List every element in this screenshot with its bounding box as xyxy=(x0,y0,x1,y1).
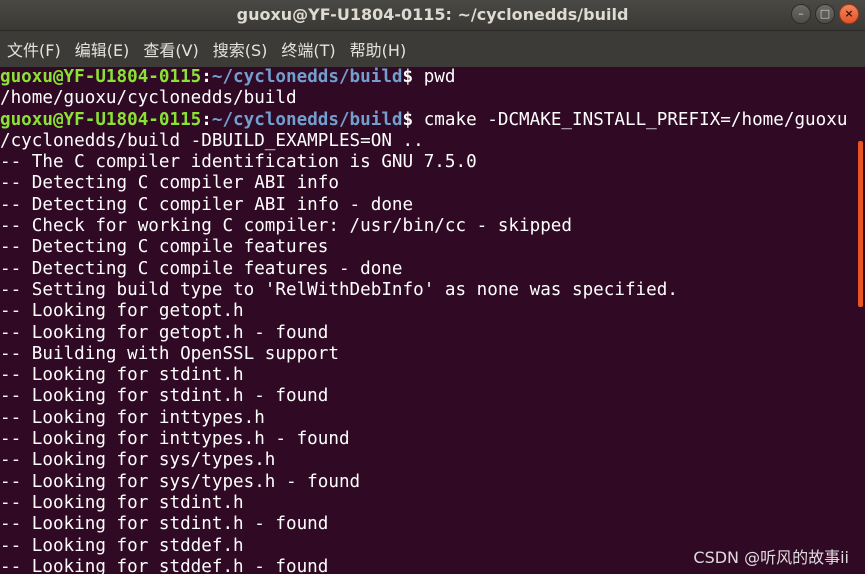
prompt-line: guoxu@YF-U1804-0115:~/cyclonedds/build$ … xyxy=(0,110,856,131)
prompt-dollar: $ xyxy=(402,67,414,87)
output-line: -- Looking for inttypes.h - found xyxy=(0,429,350,450)
output-line: -- Looking for stdint.h - found xyxy=(0,386,329,407)
output-line: -- Looking for getopt.h - found xyxy=(0,322,329,343)
output-line: -- Looking for stdint.h xyxy=(0,365,244,386)
output-line: -- Check for working C compiler: /usr/bi… xyxy=(0,216,572,237)
prompt-colon: : xyxy=(201,67,212,87)
window-controls: – □ × xyxy=(791,4,859,26)
menu-search[interactable]: 搜索(S) xyxy=(206,37,275,61)
output-line: -- Detecting C compile features xyxy=(0,237,329,258)
title-bar[interactable]: guoxu@YF-U1804-0115: ~/cyclonedds/build … xyxy=(0,0,865,31)
output-line: -- Looking for sys/types.h xyxy=(0,450,276,471)
prompt-line: guoxu@YF-U1804-0115:~/cyclonedds/build$ … xyxy=(0,67,856,88)
prompt-colon: : xyxy=(201,109,212,130)
output-line: -- Looking for stdint.h xyxy=(0,492,244,513)
terminal-window: guoxu@YF-U1804-0115: ~/cyclonedds/build … xyxy=(0,0,865,574)
scrollbar[interactable] xyxy=(856,67,865,574)
output-line: -- Setting build type to 'RelWithDebInfo… xyxy=(0,279,678,300)
output-line: -- Looking for stdint.h - found xyxy=(0,514,329,535)
close-icon[interactable]: × xyxy=(839,4,859,24)
minimize-icon[interactable]: – xyxy=(791,4,811,24)
menu-bar: 文件(F) 编辑(E) 查看(V) 搜索(S) 终端(T) 帮助(H) xyxy=(0,31,865,67)
output-line: -- Looking for inttypes.h xyxy=(0,407,265,428)
command-continuation: /cyclonedds/build -DBUILD_EXAMPLES=ON .. xyxy=(0,130,424,151)
output-line: -- Detecting C compile features - done xyxy=(0,258,403,279)
prompt-user-host: guoxu@YF-U1804-0115 xyxy=(0,109,202,130)
output-line: -- The C compiler identification is GNU … xyxy=(0,152,477,173)
output-line: -- Looking for getopt.h xyxy=(0,301,244,322)
prompt-path: ~/cyclonedds/build xyxy=(211,67,403,87)
prompt-user-host: guoxu@YF-U1804-0115 xyxy=(0,67,202,87)
command-text: pwd xyxy=(413,67,456,87)
output-line: -- Detecting C compiler ABI info xyxy=(0,173,339,194)
window-title: guoxu@YF-U1804-0115: ~/cyclonedds/build xyxy=(236,5,629,24)
output-line: -- Looking for sys/types.h - found xyxy=(0,471,361,492)
prompt-dollar: $ xyxy=(402,109,414,130)
menu-view[interactable]: 查看(V) xyxy=(136,37,205,61)
menu-terminal[interactable]: 终端(T) xyxy=(274,37,342,61)
command-text: cmake -DCMAKE_INSTALL_PREFIX=/home/guoxu xyxy=(413,109,848,130)
output-line: -- Detecting C compiler ABI info - done xyxy=(0,194,414,215)
maximize-icon[interactable]: □ xyxy=(815,4,835,24)
menu-edit[interactable]: 编辑(E) xyxy=(68,37,137,61)
watermark: CSDN @听风的故事ii xyxy=(693,548,849,567)
terminal-output[interactable]: guoxu@YF-U1804-0115:~/cyclonedds/build$ … xyxy=(0,67,856,574)
prompt-path: ~/cyclonedds/build xyxy=(211,109,403,130)
output-line: /home/guoxu/cyclonedds/build xyxy=(0,88,297,109)
menu-help[interactable]: 帮助(H) xyxy=(343,37,414,61)
output-line: -- Building with OpenSSL support xyxy=(0,343,339,364)
scrollbar-thumb[interactable] xyxy=(858,141,863,307)
menu-file[interactable]: 文件(F) xyxy=(0,37,68,61)
